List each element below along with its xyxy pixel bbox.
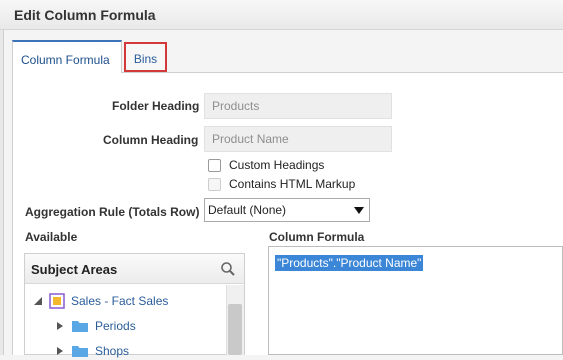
tab-bins[interactable]: Bins — [124, 42, 167, 72]
tab-strip: Column Formula Bins — [12, 40, 563, 74]
folder-heading-field[interactable]: Products — [204, 93, 392, 119]
tree-scrollbar-thumb[interactable] — [228, 304, 242, 355]
custom-headings-checkbox[interactable] — [208, 158, 221, 172]
aggregation-rule-select[interactable]: Default (None) — [204, 198, 370, 222]
folder-heading-label: Folder Heading — [112, 99, 200, 113]
column-formula-label: Column Formula — [269, 230, 365, 244]
subject-areas-header: Subject Areas — [25, 254, 244, 284]
contains-html-row: Contains HTML Markup — [208, 176, 355, 192]
tree-item-sales-fact-sales[interactable]: Sales - Fact Sales — [33, 292, 168, 310]
tree-item-label: Sales - Fact Sales — [71, 294, 169, 308]
column-heading-field[interactable]: Product Name — [204, 126, 392, 152]
column-heading-label: Column Heading — [103, 133, 199, 147]
custom-headings-label: Custom Headings — [229, 158, 325, 172]
subject-area-icon — [49, 293, 65, 309]
collapse-triangle-icon[interactable] — [33, 296, 43, 306]
search-icon[interactable] — [220, 261, 236, 277]
contains-html-label: Contains HTML Markup — [229, 177, 356, 191]
column-formula-editor[interactable]: "Products"."Product Name" — [268, 246, 563, 355]
subject-areas-title: Subject Areas — [31, 262, 118, 277]
tree-item-label: Shops — [95, 344, 130, 358]
subject-areas-panel: Subject Areas Sales - Fact Sales Periods — [24, 253, 245, 358]
tab-column-formula[interactable]: Column Formula — [12, 40, 122, 74]
aggregation-rule-label: Aggregation Rule (Totals Row) — [25, 205, 200, 219]
tree-item-shops[interactable]: Shops — [55, 342, 129, 360]
contains-html-checkbox[interactable] — [208, 177, 221, 191]
aggregation-rule-value: Default (None) — [208, 203, 287, 217]
dialog-titlebar: Edit Column Formula — [0, 0, 563, 30]
tab-column-formula-label: Column Formula — [21, 53, 110, 67]
expand-triangle-icon[interactable] — [55, 321, 65, 331]
available-label: Available — [25, 230, 78, 244]
folder-icon — [72, 346, 88, 357]
tree-item-label: Periods — [95, 319, 136, 333]
tab-bins-label: Bins — [133, 52, 158, 66]
dialog-title: Edit Column Formula — [14, 7, 156, 23]
tree-item-periods[interactable]: Periods — [55, 317, 136, 335]
dropdown-arrow-icon — [354, 207, 364, 214]
column-formula-text[interactable]: "Products"."Product Name" — [275, 255, 424, 271]
window-left-edge — [0, 30, 4, 355]
folder-icon — [72, 321, 88, 332]
custom-headings-row: Custom Headings — [208, 157, 324, 173]
